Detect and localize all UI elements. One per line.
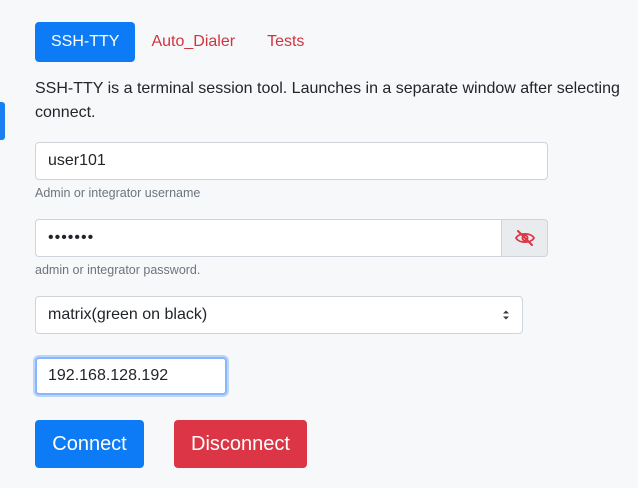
connect-button[interactable]: Connect: [35, 420, 144, 468]
password-visibility-toggle[interactable]: [502, 219, 548, 257]
tab-tests[interactable]: Tests: [251, 22, 320, 62]
password-group: [35, 219, 548, 257]
sidebar-active-marker: [0, 102, 5, 140]
host-input[interactable]: [35, 357, 227, 395]
theme-select[interactable]: matrix(green on black): [35, 296, 523, 334]
tab-ssh-tty[interactable]: SSH-TTY: [35, 22, 136, 62]
disconnect-button[interactable]: Disconnect: [174, 420, 307, 468]
eye-slash-icon: [514, 230, 535, 246]
password-help: admin or integrator password.: [35, 263, 201, 277]
password-input[interactable]: [35, 219, 502, 257]
username-input[interactable]: [35, 142, 548, 180]
tab-bar: SSH-TTY Auto_Dialer Tests: [35, 22, 320, 62]
ssh-tty-panel: SSH-TTY Auto_Dialer Tests SSH-TTY is a t…: [0, 0, 638, 488]
intro-text: SSH-TTY is a terminal session tool. Laun…: [35, 80, 620, 121]
theme-select-value: matrix(green on black): [48, 306, 208, 323]
tab-auto-dialer[interactable]: Auto_Dialer: [135, 22, 251, 62]
username-help: Admin or integrator username: [35, 186, 201, 200]
select-arrows-icon: [503, 310, 509, 320]
